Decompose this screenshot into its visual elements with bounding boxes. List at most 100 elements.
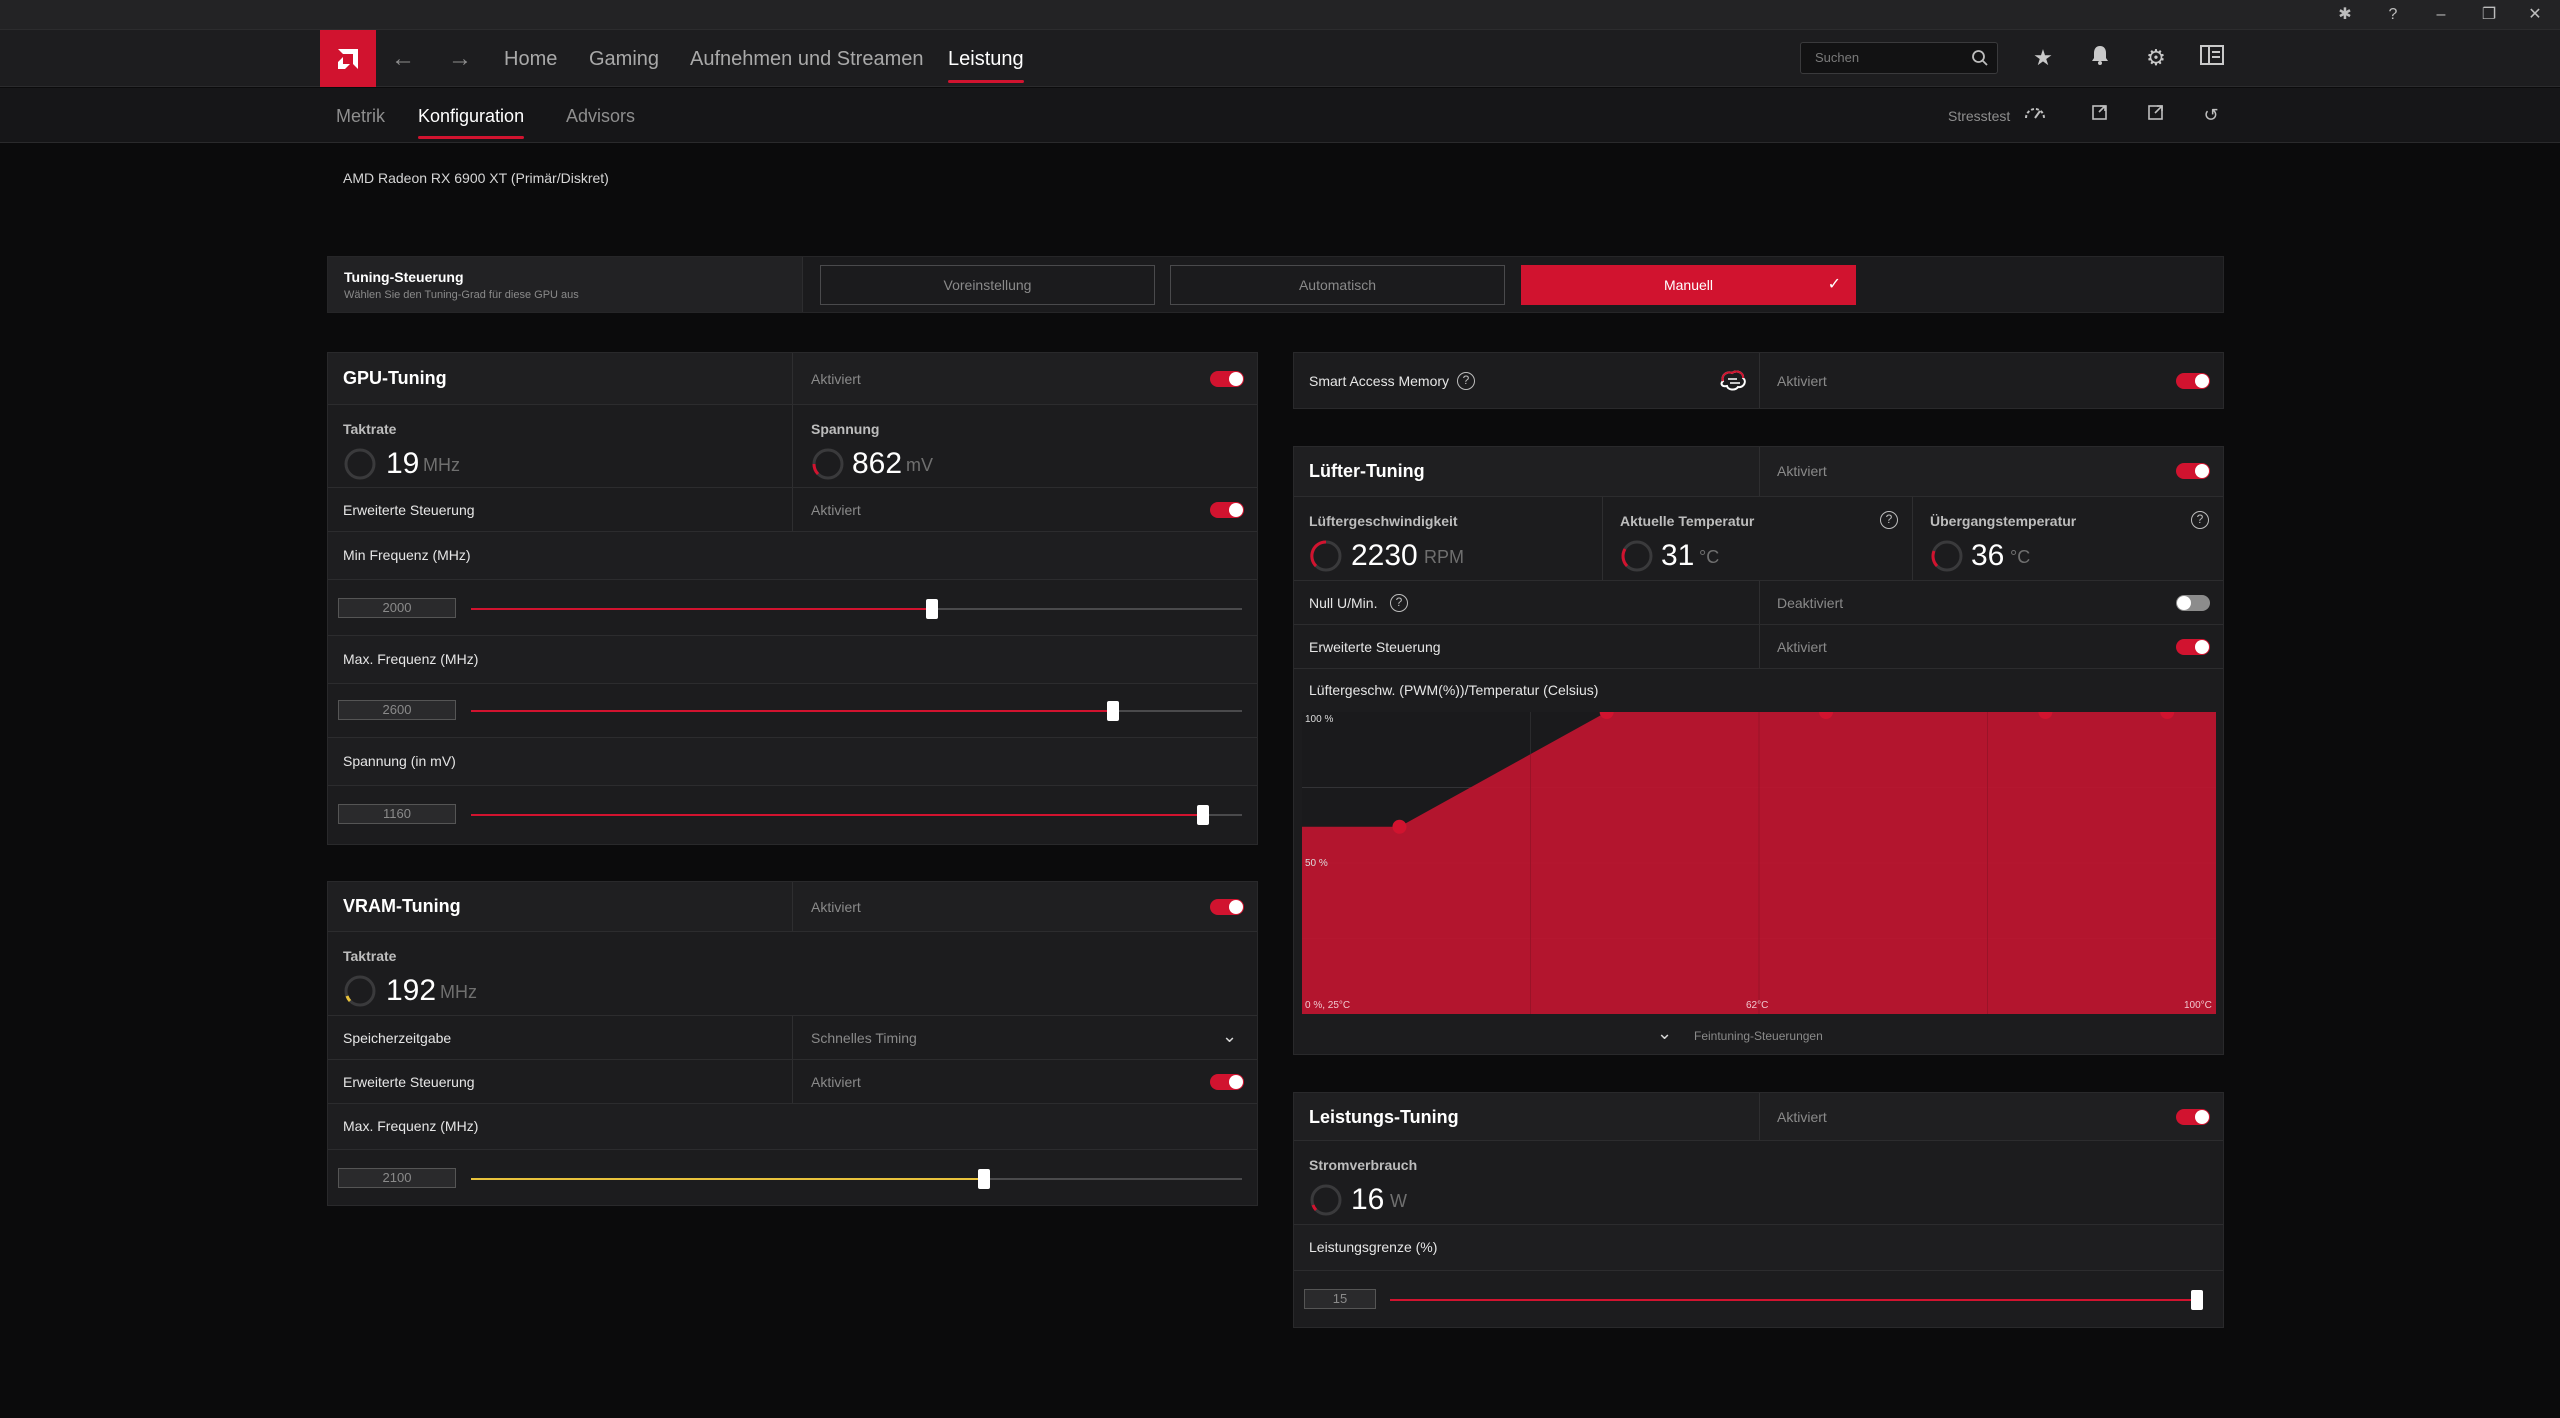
search-input[interactable]: Suchen bbox=[1800, 42, 1998, 74]
chart-x-end-label: 100°C bbox=[2184, 1000, 2212, 1011]
minimize-icon[interactable]: – bbox=[2428, 4, 2454, 26]
nav-performance[interactable]: Leistung bbox=[948, 48, 1024, 83]
voltage-mv-slider[interactable] bbox=[471, 805, 1242, 825]
tab-advisors[interactable]: Advisors bbox=[566, 106, 635, 127]
nav-gaming[interactable]: Gaming bbox=[589, 48, 659, 71]
vram-max-freq-slider-thumb[interactable] bbox=[978, 1169, 991, 1189]
gpu-voltage-value: 862 bbox=[852, 447, 903, 480]
bug-report-icon[interactable]: ✱ bbox=[2332, 4, 2358, 26]
tab-configuration[interactable]: Konfiguration bbox=[418, 106, 525, 139]
close-icon[interactable]: ✕ bbox=[2522, 4, 2548, 26]
gpu-tuning-status: Aktiviert bbox=[811, 371, 861, 387]
sam-toggle[interactable] bbox=[2176, 373, 2210, 389]
bell-icon[interactable] bbox=[2086, 44, 2114, 72]
export-icon[interactable] bbox=[2143, 102, 2169, 128]
chevron-down-icon[interactable]: ⌄ bbox=[1222, 1026, 1237, 1047]
gpu-advanced-status: Aktiviert bbox=[811, 502, 861, 518]
max-freq-label: Max. Frequenz (MHz) bbox=[343, 651, 479, 667]
junction-temp-gauge-icon bbox=[1931, 540, 1963, 572]
max-freq-slider[interactable] bbox=[471, 701, 1242, 721]
preset-mode-button[interactable]: Voreinstellung bbox=[820, 265, 1155, 305]
star-icon[interactable]: ★ bbox=[2029, 44, 2057, 72]
gpu-metrics-row: Taktrate 19 MHz Spannung 862 mV bbox=[328, 405, 1257, 488]
layout-icon[interactable] bbox=[2198, 44, 2226, 72]
vram-max-freq-label: Max. Frequenz (MHz) bbox=[343, 1118, 479, 1134]
max-freq-slider-thumb[interactable] bbox=[1107, 701, 1120, 721]
search-placeholder: Suchen bbox=[1815, 50, 1860, 65]
min-freq-slider-fill bbox=[471, 608, 933, 610]
vram-max-freq-slider-row: 2100 bbox=[328, 1150, 1257, 1205]
chart-x-start-label: 0 %, 25°C bbox=[1305, 1000, 1351, 1011]
sub-navigation: Metrik Konfiguration Advisors Stresstest… bbox=[0, 88, 2560, 143]
gpu-tuning-title: GPU-Tuning bbox=[343, 368, 447, 388]
voltage-mv-slider-thumb[interactable] bbox=[1196, 805, 1209, 825]
gpu-tuning-toggle[interactable] bbox=[1210, 371, 1244, 387]
vram-max-freq-slider[interactable] bbox=[471, 1169, 1242, 1189]
fan-curve-title: Lüftergeschw. (PWM(%))/Temperatur (Celsi… bbox=[1309, 682, 1599, 698]
back-arrow-icon[interactable]: ← bbox=[388, 44, 418, 74]
junction-temp-help-icon[interactable]: ? bbox=[2191, 511, 2209, 529]
vram-max-freq-input[interactable]: 2100 bbox=[338, 1168, 456, 1188]
nav-home[interactable]: Home bbox=[504, 48, 557, 71]
stress-test-label[interactable]: Stresstest bbox=[1948, 108, 2010, 124]
nav-record-stream[interactable]: Aufnehmen und Streamen bbox=[690, 48, 924, 71]
import-icon[interactable] bbox=[2087, 102, 2113, 128]
fan-tuning-toggle[interactable] bbox=[2176, 463, 2210, 479]
stress-test-gauge-icon[interactable] bbox=[2022, 102, 2048, 128]
fine-tuning-row: ⌄ Feintuning-Steuerungen bbox=[1294, 1017, 2223, 1054]
current-temp-gauge-icon bbox=[1621, 540, 1653, 572]
forward-arrow-icon[interactable]: → bbox=[445, 44, 475, 74]
fan-curve-chart[interactable]: 100 % 50 % 0 %, 25°C 62°C 100°C bbox=[1302, 705, 2216, 1014]
memory-timing-row: Speicherzeitgabe Schnelles Timing ⌄ bbox=[328, 1016, 1257, 1060]
chevron-down-icon[interactable]: ⌄ bbox=[1657, 1023, 1672, 1044]
auto-mode-button[interactable]: Automatisch bbox=[1170, 265, 1505, 305]
current-temp-help-icon[interactable]: ? bbox=[1880, 511, 1898, 529]
fan-curve-point[interactable] bbox=[1392, 819, 1407, 834]
fan-advanced-toggle[interactable] bbox=[2176, 639, 2210, 655]
voltage-mv-slider-fill bbox=[471, 814, 1203, 816]
tab-metrics[interactable]: Metrik bbox=[336, 106, 385, 127]
vram-advanced-row: Erweiterte Steuerung Aktiviert bbox=[328, 1060, 1257, 1104]
gpu-voltage-unit: mV bbox=[906, 455, 933, 475]
gpu-clock-label: Taktrate bbox=[343, 421, 397, 437]
min-freq-input[interactable]: 2000 bbox=[338, 598, 456, 618]
divider bbox=[792, 882, 793, 931]
vram-tuning-toggle[interactable] bbox=[1210, 899, 1244, 915]
min-freq-label-row: Min Frequenz (MHz) bbox=[328, 532, 1257, 580]
reset-icon[interactable]: ↺ bbox=[2198, 102, 2224, 128]
gear-icon[interactable]: ⚙ bbox=[2142, 44, 2170, 72]
zero-rpm-toggle[interactable] bbox=[2176, 595, 2210, 611]
vram-advanced-label: Erweiterte Steuerung bbox=[343, 1074, 475, 1090]
vram-clock-unit: MHz bbox=[440, 982, 477, 1002]
divider bbox=[792, 488, 793, 531]
chart-x-mid-label: 62°C bbox=[1746, 1000, 1769, 1011]
power-limit-slider-thumb[interactable] bbox=[2190, 1290, 2203, 1310]
chart-y-mid-label: 50 % bbox=[1305, 858, 1328, 869]
checkmark-icon: ✓ bbox=[1827, 276, 1841, 293]
vram-tuning-panel: VRAM-Tuning Aktiviert Taktrate 192 MHz S… bbox=[327, 881, 1258, 1206]
fan-curve-svg[interactable] bbox=[1302, 705, 2216, 1014]
memory-timing-dropdown[interactable]: Schnelles Timing bbox=[811, 1030, 917, 1046]
fine-tuning-toggle[interactable]: Feintuning-Steuerungen bbox=[1694, 1029, 1823, 1043]
max-freq-input[interactable]: 2600 bbox=[338, 700, 456, 720]
manual-mode-button[interactable]: Manuell ✓ bbox=[1521, 265, 1856, 305]
power-limit-label: Leistungsgrenze (%) bbox=[1309, 1239, 1438, 1255]
power-limit-input[interactable]: 15 bbox=[1304, 1289, 1376, 1309]
max-freq-label-row: Max. Frequenz (MHz) bbox=[328, 636, 1257, 684]
amd-logo-icon[interactable] bbox=[320, 30, 376, 87]
help-icon[interactable]: ? bbox=[2380, 4, 2406, 26]
sam-help-icon[interactable]: ? bbox=[1457, 372, 1475, 390]
fan-advanced-status: Aktiviert bbox=[1777, 639, 1827, 655]
search-icon[interactable] bbox=[1971, 49, 1989, 67]
min-freq-label: Min Frequenz (MHz) bbox=[343, 547, 471, 563]
restore-icon[interactable]: ❐ bbox=[2476, 4, 2502, 26]
power-tuning-toggle[interactable] bbox=[2176, 1109, 2210, 1125]
min-freq-slider-thumb[interactable] bbox=[926, 599, 939, 619]
min-freq-slider[interactable] bbox=[471, 599, 1242, 619]
zero-rpm-help-icon[interactable]: ? bbox=[1390, 594, 1408, 612]
voltage-mv-input[interactable]: 1160 bbox=[338, 804, 456, 824]
divider bbox=[1759, 353, 1760, 408]
gpu-advanced-toggle[interactable] bbox=[1210, 502, 1244, 518]
power-limit-slider[interactable] bbox=[1390, 1290, 2203, 1310]
vram-advanced-toggle[interactable] bbox=[1210, 1074, 1244, 1090]
